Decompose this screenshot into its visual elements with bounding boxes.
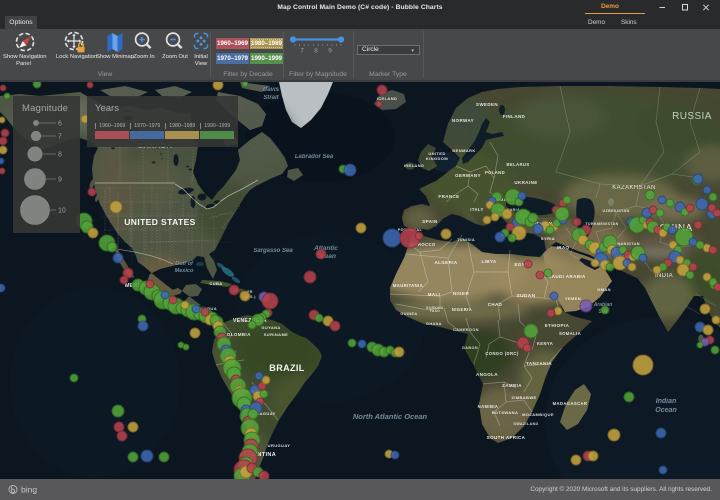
svg-text:FRANCE: FRANCE (438, 194, 459, 199)
svg-text:SUDAN: SUDAN (516, 293, 535, 299)
svg-text:DENMARK: DENMARK (452, 148, 475, 153)
svg-text:SYRIA: SYRIA (541, 236, 555, 241)
svg-text:Mexico: Mexico (175, 268, 194, 274)
svg-text:ZAMBIA: ZAMBIA (502, 383, 522, 388)
svg-text:8: 8 (314, 48, 318, 55)
svg-text:7: 7 (300, 48, 304, 55)
svg-text:BRAZIL: BRAZIL (269, 363, 304, 373)
svg-text:IRAQ: IRAQ (557, 245, 570, 250)
svg-text:COLOMBIA: COLOMBIA (223, 332, 251, 337)
svg-text:MOZAMBIQUE: MOZAMBIQUE (522, 412, 554, 417)
svg-text:SWAZILAND: SWAZILAND (514, 422, 539, 426)
svg-text:ETHIOPIA: ETHIOPIA (545, 323, 570, 328)
svg-text:NIGER: NIGER (453, 291, 470, 296)
svg-text:MAURITANIA: MAURITANIA (393, 283, 423, 288)
svg-text:ICELAND: ICELAND (377, 96, 398, 101)
svg-text:SOMALIA: SOMALIA (559, 331, 581, 336)
svg-text:Davis: Davis (263, 87, 280, 93)
svg-text:BELARUS: BELARUS (506, 162, 529, 167)
svg-text:Ocean: Ocean (655, 407, 676, 414)
svg-text:IRELAND: IRELAND (404, 163, 425, 168)
svg-text:SWEDEN: SWEDEN (476, 102, 498, 107)
svg-text:UKRAINE: UKRAINE (514, 180, 537, 185)
svg-text:UNITED STATES: UNITED STATES (124, 217, 195, 227)
svg-text:Gulf of: Gulf of (175, 261, 194, 267)
svg-text:bing: bing (21, 485, 37, 495)
svg-text:KENYA: KENYA (537, 341, 553, 346)
svg-text:ZIMBABWE: ZIMBABWE (511, 395, 536, 400)
svg-text:TANZANIA: TANZANIA (526, 361, 552, 366)
svg-text:GABON: GABON (462, 346, 478, 350)
svg-text:9: 9 (328, 48, 332, 55)
svg-text:MALI: MALI (428, 292, 441, 297)
svg-text:SURINAME: SURINAME (264, 332, 289, 337)
svg-text:GUINEA: GUINEA (400, 312, 417, 316)
svg-text:Labrador Sea: Labrador Sea (295, 154, 334, 160)
svg-text:FINLAND: FINLAND (503, 114, 526, 119)
svg-text:CONGO (DRC): CONGO (DRC) (485, 351, 518, 356)
svg-text:UZBEKISTAN: UZBEKISTAN (603, 209, 630, 213)
svg-text:GHANA: GHANA (426, 322, 442, 326)
svg-text:NIGERIA: NIGERIA (452, 307, 472, 312)
svg-text:Sargasso Sea: Sargasso Sea (253, 248, 293, 254)
svg-text:GUYANA: GUYANA (261, 325, 280, 330)
svg-text:FASO: FASO (430, 309, 440, 313)
svg-text:BOTSWANA: BOTSWANA (492, 410, 519, 415)
svg-text:10: 10 (58, 208, 66, 215)
svg-text:TUNISIA: TUNISIA (457, 238, 475, 242)
svg-text:6: 6 (58, 121, 62, 128)
svg-text:CHAD: CHAD (488, 302, 503, 307)
svg-text:NAMIBIA: NAMIBIA (478, 404, 499, 409)
svg-text:Indian: Indian (656, 398, 677, 405)
svg-text:SAUDI ARABIA: SAUDI ARABIA (548, 274, 586, 279)
svg-text:NORWAY: NORWAY (452, 118, 474, 123)
svg-text:CAMEROON: CAMEROON (453, 328, 479, 332)
svg-text:GERMANY: GERMANY (455, 173, 481, 178)
svg-text:TURKMENISTAN: TURKMENISTAN (585, 222, 618, 226)
svg-text:RUSSIA: RUSSIA (672, 111, 712, 122)
svg-text:URUGUAY: URUGUAY (268, 443, 291, 448)
svg-text:ITALY: ITALY (470, 207, 483, 212)
svg-text:SPAIN: SPAIN (422, 219, 437, 224)
svg-text:ANGOLA: ANGOLA (476, 372, 498, 377)
svg-text:POLAND: POLAND (485, 170, 505, 175)
svg-text:Strait: Strait (263, 95, 279, 101)
svg-text:ALGERIA: ALGERIA (434, 260, 457, 265)
svg-text:9: 9 (58, 177, 62, 184)
svg-text:KINGDOM: KINGDOM (426, 156, 448, 161)
svg-text:North Atlantic Ocean: North Atlantic Ocean (353, 412, 428, 421)
svg-text:LIBYA: LIBYA (481, 259, 496, 264)
svg-text:8: 8 (58, 152, 62, 159)
svg-text:SOUTH AFRICA: SOUTH AFRICA (487, 435, 526, 440)
svg-text:7: 7 (58, 134, 62, 141)
svg-text:MADAGASCAR: MADAGASCAR (553, 401, 588, 406)
svg-text:CUBA: CUBA (209, 281, 222, 286)
svg-text:OMAN: OMAN (597, 287, 611, 292)
svg-text:YEMEN: YEMEN (565, 296, 581, 301)
